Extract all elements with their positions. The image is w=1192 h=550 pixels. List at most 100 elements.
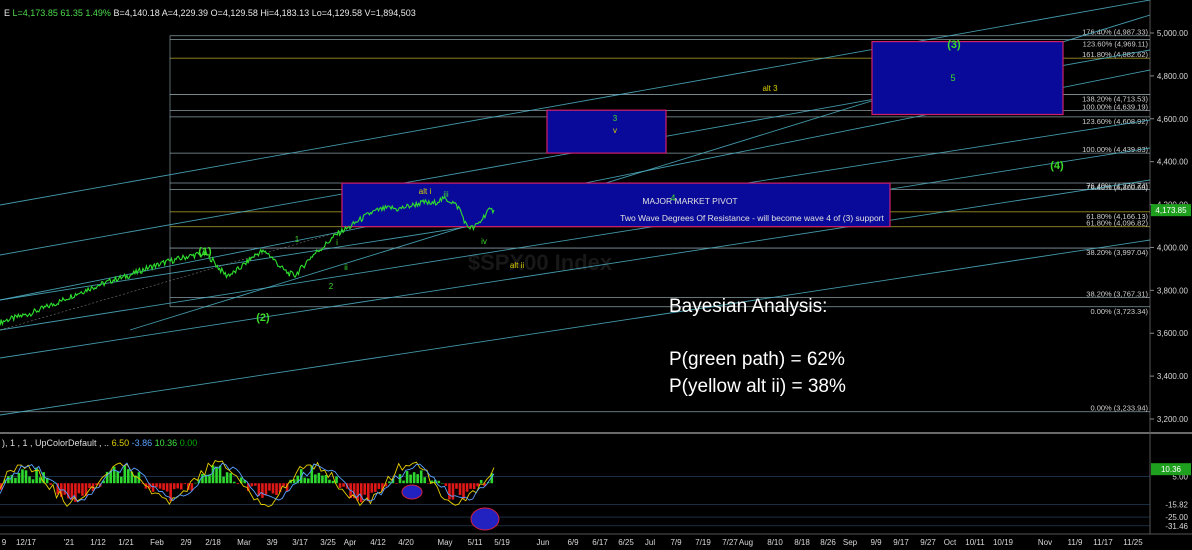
indicator-histogram-bar (211, 465, 215, 484)
x-tick-label: 8/18 (794, 538, 810, 547)
indicator-histogram-bar (465, 483, 469, 492)
indicator-histogram-bar (448, 483, 451, 500)
x-tick-label: Jul (645, 538, 655, 547)
indicator-v1: 6.50 (111, 438, 130, 448)
x-tick-label: 9/9 (870, 538, 882, 547)
indicator-histogram-bar (151, 483, 155, 492)
indicator-histogram-bar (162, 483, 165, 490)
indicator-histogram-bar (388, 481, 391, 484)
y-tick-label: 3,600.00 (1157, 329, 1189, 338)
y-tick-label: 4,000.00 (1157, 243, 1189, 252)
x-tick-label: 7/19 (695, 538, 711, 547)
header-pct: 1.49% (85, 8, 111, 18)
indicator-histogram-bar (370, 483, 374, 493)
wave-label-3-paren: (3) (947, 39, 961, 51)
indicator-histogram-bar (314, 474, 317, 484)
bayesian-analysis: Bayesian Analysis: P(green path) = 62% P… (669, 294, 846, 400)
x-tick-label: 10/19 (993, 538, 1014, 547)
pivot-subtitle: Two Wave Degrees Of Resistance - will be… (620, 213, 884, 223)
y-tick-label: 3,800.00 (1157, 286, 1189, 295)
fib-level-label: 76.40% (4,270.74) (1086, 181, 1148, 190)
wave-label-i: i (336, 238, 338, 247)
header-open: O=4,129.58 (210, 8, 258, 18)
x-tick-label: 9/17 (893, 538, 909, 547)
indicator-histogram-bar (416, 474, 419, 484)
indicator-histogram-bar (363, 483, 367, 495)
header-bid: B=4,140.18 (113, 8, 160, 18)
last-price-label: 4,173.85 (1155, 206, 1187, 215)
x-tick-label: 6/9 (567, 538, 579, 547)
x-tick-label: 4/20 (398, 538, 414, 547)
x-tick-label: 1/12 (90, 538, 106, 547)
indicator-histogram-bar (172, 483, 176, 490)
indicator-histogram-bar (476, 483, 479, 487)
x-tick-label: 6/25 (618, 538, 634, 547)
indicator-histogram-bar (426, 483, 430, 484)
y-tick-label: 4,800.00 (1157, 72, 1189, 81)
wave-label-v: v (613, 126, 617, 135)
indicator-histogram-bar (405, 471, 409, 484)
fib-level-label: 123.60% (4,969.11) (1083, 40, 1149, 49)
indicator-histogram-bar (412, 472, 416, 484)
indicator-histogram-bar (479, 479, 483, 484)
x-tick-label: Nov (1038, 538, 1052, 547)
indicator-tick-label: -15.82 (1165, 501, 1188, 510)
indicator-circle-1 (401, 484, 423, 500)
y-tick-label: 4,400.00 (1157, 158, 1189, 167)
wave-label-ii: ii (344, 263, 348, 272)
indicator-histogram-bar (321, 475, 324, 484)
fib-level-label: 100.00% (4,639.19) (1082, 102, 1148, 111)
indicator-histogram-bar (441, 483, 444, 484)
indicator-histogram-bar (402, 480, 405, 484)
watermark-text: $SPX00 Index (468, 250, 613, 275)
indicator-v3: 10.36 (154, 438, 178, 448)
indicator-histogram-bar (377, 483, 381, 489)
indicator-histogram-bar (232, 481, 236, 484)
indicator-histogram-bar (215, 466, 218, 484)
indicator-histogram-bar (261, 483, 264, 498)
x-tick-label: 9/27 (920, 538, 936, 547)
x-tick-label: 8/26 (820, 538, 836, 547)
x-tick-label: 8/10 (767, 538, 783, 547)
x-tick-label: Apr (344, 538, 357, 547)
fib-level-label: 38.20% (3,767.31) (1086, 289, 1148, 298)
x-tick-label: Oct (944, 538, 957, 547)
indicator-histogram-bar (123, 465, 127, 484)
indicator-histogram-bar (374, 483, 377, 492)
y-tick-label: 3,200.00 (1157, 415, 1189, 424)
x-tick-label: 11/9 (1068, 538, 1084, 547)
indicator-histogram-bar (24, 470, 28, 484)
indicator-histogram-bar (201, 473, 204, 484)
indicator-histogram-bar (31, 479, 35, 484)
indicator-histogram-bar (271, 483, 275, 494)
bayesian-yellow: P(yellow alt ii) = 38% (669, 375, 846, 397)
x-tick-label: 5/11 (468, 538, 484, 547)
wave-label-iv: iv (481, 237, 487, 246)
header-low: Lo=4,129.58 (311, 8, 362, 18)
indicator-histogram-bar (331, 480, 335, 484)
header-change: 61.35 (60, 8, 83, 18)
indicator-histogram-bar (395, 483, 398, 484)
x-tick-label: 3/17 (292, 538, 308, 547)
fib-level-label: 38.20% (3,997.04) (1086, 248, 1148, 257)
indicator-histogram-bar (63, 483, 67, 495)
bayesian-title: Bayesian Analysis: (669, 296, 828, 317)
y-tick-label: 5,000.00 (1157, 29, 1189, 38)
indicator-histogram-bar (356, 483, 359, 501)
indicator-histogram-bar (472, 483, 476, 490)
fib-level-label: 0.00% (3,723.34) (1090, 307, 1148, 316)
x-tick-label: 7/9 (670, 538, 682, 547)
indicator-histogram-bar (458, 483, 462, 495)
indicator-histogram-bar (179, 483, 183, 490)
indicator-panel-bg (0, 446, 1150, 534)
indicator-histogram-bar (88, 483, 91, 489)
indicator-histogram-bar (7, 476, 10, 484)
indicator-histogram-bar (183, 483, 187, 485)
indicator-histogram-bar (21, 469, 24, 484)
indicator-histogram-bar (342, 483, 345, 487)
indicator-histogram-bar (469, 483, 472, 489)
y-tick-label: 3,400.00 (1157, 372, 1189, 381)
price-header: E L=4,173.85 61.35 1.49% B=4,140.18 A=4,… (4, 8, 416, 18)
wave-label-2-paren: (2) (256, 312, 270, 324)
indicator-histogram-bar (176, 483, 180, 489)
